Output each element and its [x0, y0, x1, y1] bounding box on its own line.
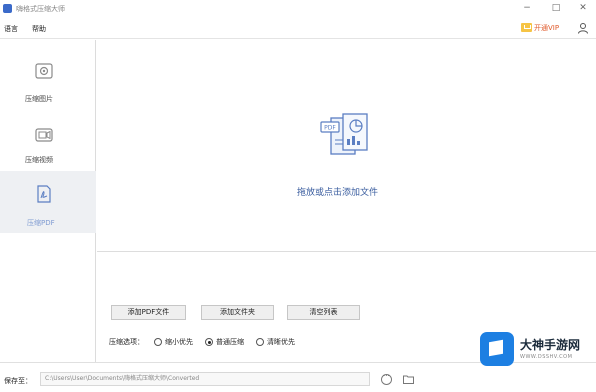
sidebar-item-compress-pdf[interactable]: 压缩PDF	[0, 171, 96, 233]
video-compress-icon	[35, 128, 53, 142]
watermark-logo-icon	[480, 332, 514, 366]
user-icon[interactable]	[577, 22, 589, 34]
radio-quality-priority[interactable]: 清晰优先	[256, 337, 295, 347]
watermark-url: WWW.DSSHV.COM	[520, 354, 573, 360]
svg-text:PDF: PDF	[324, 125, 336, 132]
site-watermark: 大神手游网 WWW.DSSHV.COM	[480, 330, 592, 374]
radio-button[interactable]	[154, 338, 162, 346]
more-options-icon[interactable]	[381, 372, 392, 385]
radio-size-priority[interactable]: 缩小优先	[154, 337, 193, 347]
save-path-field[interactable]: C:\Users\User\Documents\嗨格式压缩大师\Converte…	[40, 372, 370, 386]
compress-options: 压缩选项： 缩小优先 普通压缩 清晰优先	[109, 336, 307, 348]
radio-button[interactable]	[256, 338, 264, 346]
window-title: 嗨格式压缩大师	[16, 5, 65, 13]
close-icon[interactable]: ✕	[577, 3, 589, 13]
image-compress-icon	[35, 63, 53, 79]
sidebar-item-compress-video[interactable]: 压缩视频	[0, 112, 96, 178]
add-pdf-button[interactable]: 添加PDF文件	[111, 305, 186, 320]
drop-zone-text: 拖放或点击添加文件	[297, 188, 379, 198]
sidebar-item-label: 压缩PDF	[27, 219, 55, 227]
sidebar-item-label: 压缩视频	[25, 156, 53, 164]
pdf-compress-icon	[37, 185, 51, 203]
menu-language[interactable]: 语言	[4, 24, 18, 34]
app-logo-icon	[3, 4, 12, 13]
clear-list-button[interactable]: 清空列表	[287, 305, 360, 320]
pdf-document-icon: PDF	[320, 113, 368, 155]
vip-button[interactable]: 开通VIP	[521, 21, 559, 34]
menu-help[interactable]: 帮助	[32, 24, 46, 34]
title-bar: 嗨格式压缩大师 − □ ✕	[0, 0, 596, 17]
radio-button-checked[interactable]	[205, 338, 213, 346]
radio-label: 清晰优先	[267, 338, 295, 346]
folder-icon[interactable]	[403, 375, 414, 384]
radio-label: 普通压缩	[216, 338, 244, 346]
sidebar-item-compress-image[interactable]: 压缩图片	[0, 48, 96, 114]
vip-crown-icon	[521, 23, 532, 32]
sidebar-item-label: 压缩图片	[25, 95, 53, 103]
save-to-label: 保存至：	[4, 377, 32, 385]
add-folder-button[interactable]: 添加文件夹	[201, 305, 274, 320]
menu-bar: 语言 帮助 开通VIP	[0, 17, 596, 39]
vip-label: 开通VIP	[534, 23, 560, 32]
sidebar: 压缩图片 压缩视频 压缩PDF	[0, 40, 96, 362]
radio-label: 缩小优先	[165, 338, 193, 346]
watermark-title: 大神手游网	[520, 338, 581, 352]
file-drop-zone[interactable]: PDF 拖放或点击添加文件	[97, 40, 596, 252]
main-panel: PDF 拖放或点击添加文件 添加PDF文件 添加文件夹 清空列表 压缩选项： 缩…	[97, 40, 596, 362]
compress-options-label: 压缩选项：	[109, 338, 144, 346]
radio-normal-compress[interactable]: 普通压缩	[205, 337, 244, 347]
minimize-icon[interactable]: −	[521, 3, 533, 13]
maximize-icon[interactable]: □	[550, 3, 562, 13]
